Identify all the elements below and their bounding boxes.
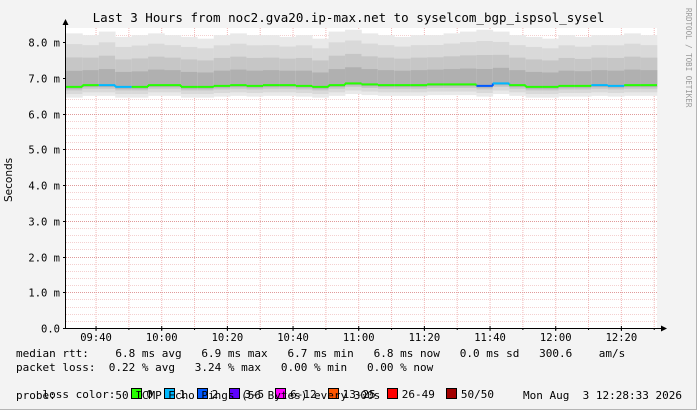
y-tick-label: 3.0 m [28, 217, 60, 229]
legend-packet-loss: packet loss: 0.22 % avg 3.24 % max 0.00 … [16, 361, 434, 374]
y-tick-label: 4.0 m [28, 181, 60, 193]
x-tick-label: 11:20 [409, 332, 441, 344]
legend-median-rtt: median rtt: 6.8 ms avg 6.9 ms max 6.7 ms… [16, 347, 626, 360]
plot-svg: 0.0 1.0 m 2.0 m 3.0 m 4.0 m 5.0 m 6.0 m 7.0 m 8.… [28, 19, 667, 344]
loss-color-swatch [386, 388, 398, 399]
x-tick-label: 10:20 [212, 332, 244, 344]
loss-color-item: 26-49 [386, 388, 435, 401]
legend-probe: probe: 50 ICMP Echo Pings (56 Bytes) eve… [16, 389, 381, 402]
x-tick-label: 09:40 [80, 332, 112, 344]
loss-color-swatch [445, 388, 457, 399]
x-tick-label: 12:00 [540, 332, 572, 344]
x-tick-label: 10:00 [146, 332, 178, 344]
legend-date: Mon Aug 3 12:28:33 2026 [523, 389, 682, 402]
y-tick-label: 7.0 m [28, 74, 60, 86]
x-axis-arrow [661, 325, 667, 332]
smoke-band [476, 69, 494, 88]
x-tick-label: 12:20 [606, 332, 638, 344]
y-tick-label: 5.0 m [28, 145, 60, 157]
y-tick-label: 0.0 [41, 324, 60, 336]
y-tick-label: 8.0 m [28, 38, 60, 50]
x-tick-label: 11:00 [343, 332, 375, 344]
loss-color-text: 50/50 [460, 388, 494, 401]
x-tick-label: 11:40 [474, 332, 506, 344]
y-tick-label: 1.0 m [28, 288, 60, 300]
x-tick-label: 10:40 [277, 332, 309, 344]
loss-color-item: 50/50 [445, 388, 494, 401]
loss-color-text: 26-49 [401, 388, 435, 401]
graph-canvas: Last 3 Hours from noc2.gva20.ip-max.net … [0, 0, 697, 410]
y-axis-arrow [62, 19, 69, 25]
y-tick-label: 2.0 m [28, 253, 60, 265]
y-tick-label: 6.0 m [28, 110, 60, 122]
